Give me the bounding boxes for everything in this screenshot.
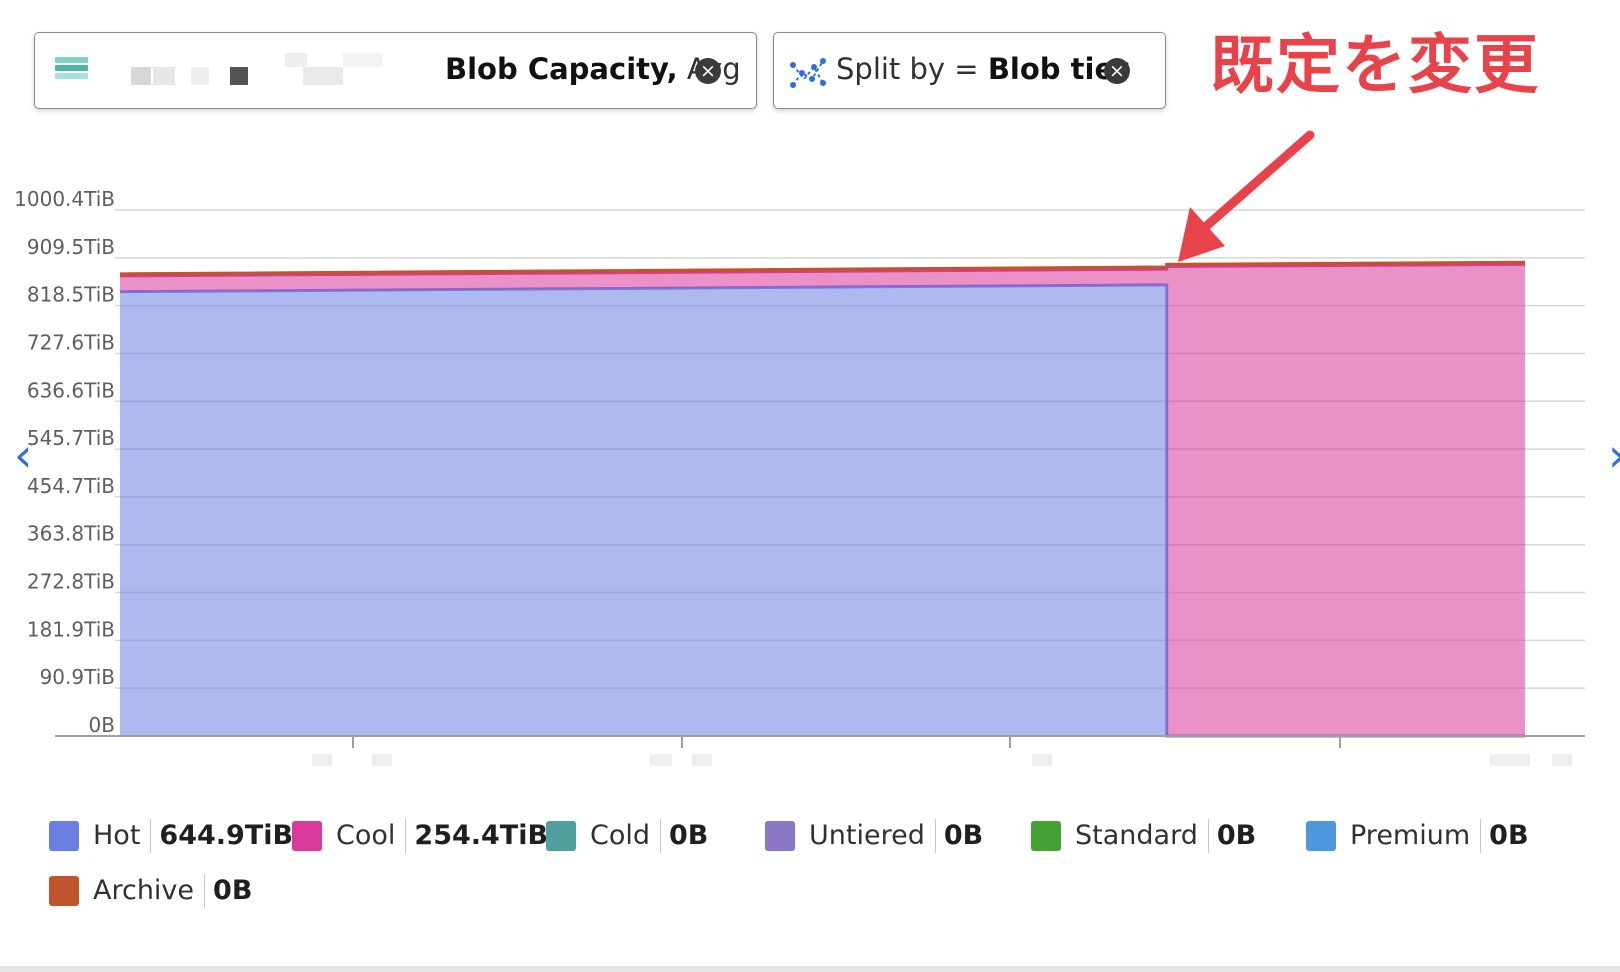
- legend-item-cold[interactable]: Cold 0B: [546, 816, 708, 856]
- legend-value: 0B: [669, 820, 709, 851]
- legend-swatch: [1031, 821, 1061, 851]
- close-split-icon[interactable]: ×: [1104, 58, 1130, 84]
- y-tick-label: 727.6TiB: [27, 330, 115, 354]
- legend-item-cool[interactable]: Cool 254.4TiB: [292, 816, 548, 856]
- legend-value: 0B: [943, 820, 984, 851]
- y-tick-label: 636.6TiB: [27, 378, 115, 402]
- storage-account-icon: [55, 57, 88, 85]
- annotation-text: 既定を変更: [1210, 29, 1540, 103]
- close-metric-icon[interactable]: ×: [695, 58, 721, 84]
- y-tick-label: 181.9TiB: [27, 617, 115, 641]
- legend-swatch: [49, 821, 79, 851]
- split-by-pill[interactable]: Split by = Blob tier ×: [773, 32, 1166, 109]
- metric-pill[interactable]: Blob Capacity, Avg ×: [34, 32, 757, 109]
- legend-name: Cool: [336, 819, 407, 853]
- y-tick-label: 363.8TiB: [27, 522, 115, 546]
- legend-item-untiered[interactable]: Untiered 0B: [765, 816, 983, 856]
- legend-item-hot[interactable]: Hot 644.9TiB: [49, 816, 293, 856]
- x-tick-label-redacted: [650, 754, 672, 766]
- legend-item-archive[interactable]: Archive 0B: [49, 871, 252, 911]
- chevron-left-icon[interactable]: ‹: [14, 428, 32, 482]
- x-axis: [55, 735, 1585, 766]
- y-tick-label: 0B: [89, 713, 115, 737]
- legend-swatch: [1306, 821, 1336, 851]
- x-tick-label-redacted: [312, 754, 332, 766]
- legend-item-premium[interactable]: Premium 0B: [1306, 816, 1529, 856]
- legend-name: Hot: [93, 819, 152, 853]
- chart-areas: [119, 260, 1526, 738]
- split-by-label: Split by =: [836, 52, 979, 86]
- y-tick-label: 90.9TiB: [40, 665, 115, 689]
- legend-swatch: [546, 821, 576, 851]
- y-tick-label: 545.7TiB: [27, 426, 115, 450]
- chevron-right-icon[interactable]: ›: [1608, 428, 1620, 482]
- legend-value: 0B: [1216, 820, 1257, 851]
- x-tick-label-redacted: [1552, 754, 1572, 766]
- y-tick-label: 909.5TiB: [27, 235, 115, 259]
- x-tick-label-redacted: [372, 754, 392, 766]
- legend-value: 0B: [213, 875, 253, 906]
- legend-name: Standard: [1075, 819, 1209, 853]
- legend-swatch: [49, 876, 79, 906]
- legend-name: Archive: [93, 874, 206, 908]
- legend-value: 254.4TiB: [414, 820, 549, 851]
- legend-name: Cold: [590, 819, 662, 853]
- legend-swatch: [765, 821, 795, 851]
- split-scatter-icon: [790, 58, 826, 88]
- legend-value: 0B: [1489, 820, 1529, 851]
- y-tick-label: 454.7TiB: [27, 474, 115, 498]
- legend-name: Untiered: [809, 819, 936, 853]
- legend-item-standard[interactable]: Standard 0B: [1031, 816, 1256, 856]
- legend-name: Premium: [1350, 819, 1482, 853]
- legend-swatch: [292, 821, 322, 851]
- metric-name: Blob Capacity,: [445, 52, 678, 86]
- y-tick-label: 272.8TiB: [27, 570, 115, 594]
- y-tick-label: 1000.4TiB: [14, 187, 115, 211]
- panel-bottom-border: [0, 966, 1620, 972]
- annotation-arrow: [1178, 130, 1315, 262]
- y-tick-label: 818.5TiB: [27, 283, 115, 307]
- legend-value: 644.9TiB: [159, 820, 294, 851]
- x-tick-label-redacted: [692, 754, 712, 766]
- x-tick-label-redacted: [1032, 754, 1052, 766]
- x-tick-label-redacted: [1490, 754, 1530, 766]
